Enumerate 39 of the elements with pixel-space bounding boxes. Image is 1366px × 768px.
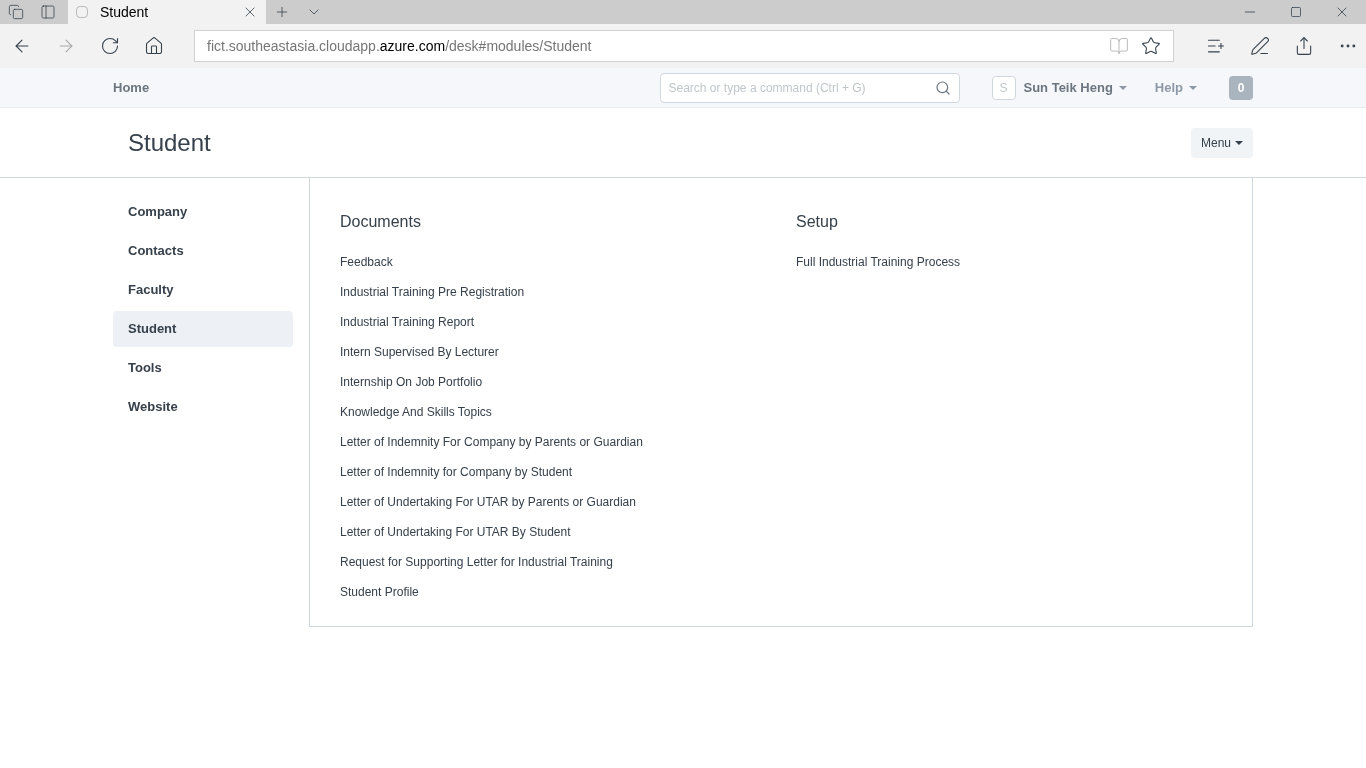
- module-link[interactable]: Feedback: [340, 247, 393, 277]
- module-link[interactable]: Letter of Undertaking For UTAR By Student: [340, 517, 571, 547]
- sidebar-item[interactable]: Student: [113, 311, 293, 347]
- search-field[interactable]: Search or type a command (Ctrl + G): [659, 72, 960, 103]
- refresh-icon[interactable]: [100, 36, 120, 56]
- maximize-icon[interactable]: [1290, 6, 1302, 18]
- url-text: fict.southeastasia.cloudapp.azure.com/desk#modules/Student: [207, 37, 593, 56]
- search-input[interactable]: Search or type a command (Ctrl + G): [668, 79, 935, 96]
- caret-icon: [1189, 85, 1197, 90]
- section-title: Documents: [340, 212, 422, 232]
- browser-tab[interactable]: Student: [68, 0, 266, 24]
- module-link[interactable]: Letter of Undertaking For UTAR by Parents or Guardian: [340, 487, 636, 517]
- page-favicon: [76, 6, 88, 18]
- menu-button[interactable]: Menu: [1190, 127, 1253, 158]
- tab-title: Student: [100, 3, 150, 22]
- module-link[interactable]: Knowledge And Skills Topics: [340, 397, 492, 427]
- page-title: Student: [128, 127, 212, 158]
- user-avatar: S: [991, 75, 1016, 100]
- module-link[interactable]: Student Profile: [340, 577, 419, 607]
- tabs-icon[interactable]: [8, 4, 24, 20]
- home-link[interactable]: Home: [113, 77, 150, 98]
- pen-icon[interactable]: [1250, 36, 1270, 56]
- module-link[interactable]: Industrial Training Report: [340, 307, 475, 337]
- module-link[interactable]: Intern Supervised By Lecturer: [340, 337, 499, 367]
- module-link[interactable]: Letter of Indemnity for Company by Student: [340, 457, 573, 487]
- module-link[interactable]: Internship On Job Portfolio: [340, 367, 483, 397]
- section-title: Setup: [796, 212, 839, 232]
- search-icon[interactable]: [934, 79, 951, 96]
- module-link[interactable]: Industrial Training Pre Registration: [340, 277, 525, 307]
- module-link[interactable]: Letter of Indemnity For Company by Parents or Guardian: [340, 427, 643, 457]
- star-icon[interactable]: [1141, 36, 1161, 56]
- home-icon[interactable]: [144, 36, 164, 56]
- module-link[interactable]: Full Industrial Training Process: [796, 247, 961, 277]
- address-field[interactable]: fict.southeastasia.cloudapp.azure.com/desk#modules/Student: [194, 30, 1174, 62]
- caret-icon: [1118, 85, 1127, 90]
- module-link[interactable]: Request for Supporting Letter for Industrial Training: [340, 547, 613, 577]
- user-menu[interactable]: Sun Teik Heng: [1023, 77, 1127, 98]
- share-icon[interactable]: [1294, 36, 1314, 56]
- caret-icon: [1235, 140, 1243, 145]
